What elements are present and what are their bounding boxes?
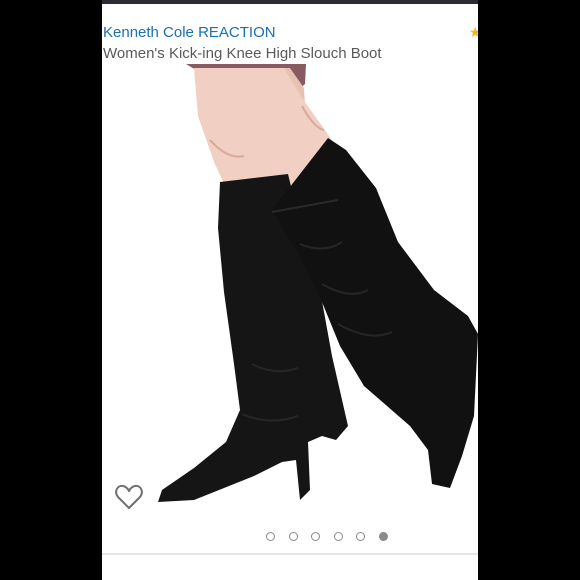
product-image[interactable]: [102, 64, 478, 530]
carousel-dot-2[interactable]: [288, 532, 298, 541]
divider: [102, 553, 478, 555]
favorite-button[interactable]: [114, 482, 144, 512]
carousel-dots: [266, 532, 401, 544]
carousel-dot-3[interactable]: [311, 532, 320, 541]
brand-link[interactable]: Kenneth Cole REACTION: [103, 24, 276, 41]
carousel-dot-1[interactable]: [266, 532, 275, 541]
heart-outline-icon: [115, 484, 143, 509]
carousel-dot-5[interactable]: [356, 532, 365, 541]
star-icon: ★: [469, 24, 478, 40]
product-title: Women's Kick-ing Knee High Slouch Boot: [103, 45, 382, 62]
product-screen: Kenneth Cole REACTION ★ Women's Kick-ing…: [102, 0, 478, 580]
top-bar: [102, 0, 478, 4]
carousel-dot-4[interactable]: [333, 532, 343, 541]
carousel-dot-6[interactable]: [378, 532, 388, 541]
